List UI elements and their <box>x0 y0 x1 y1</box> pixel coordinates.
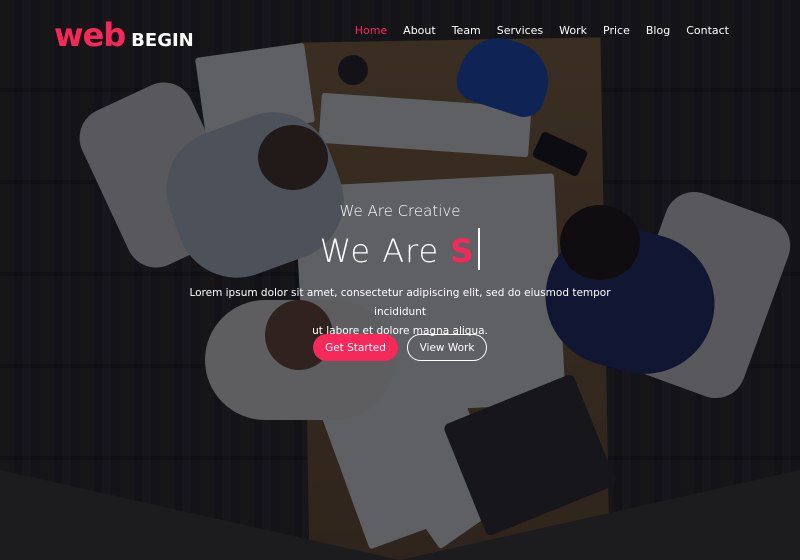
main-navigation: Home About Team Services Work Price Blog… <box>339 24 729 37</box>
nav-item-blog[interactable]: Blog <box>646 24 670 37</box>
nav-item-team[interactable]: Team <box>452 24 481 37</box>
typing-cursor <box>478 228 481 270</box>
hero-subtitle: We Are Creative <box>339 202 461 220</box>
get-started-button[interactable]: Get Started <box>313 334 398 361</box>
nav-item-contact[interactable]: Contact <box>686 24 729 37</box>
site-logo[interactable]: web BEGIN <box>54 16 194 54</box>
hero-headline-typed-text: S <box>450 232 475 270</box>
nav-item-price[interactable]: Price <box>603 24 630 37</box>
hero-headline: We Are S <box>0 228 800 270</box>
hero-description: Lorem ipsum dolor sit amet, consectetur … <box>180 284 620 341</box>
nav-item-work[interactable]: Work <box>559 24 587 37</box>
hero-buttons: Get Started View Work <box>0 334 800 361</box>
logo-text-web: web <box>54 16 126 54</box>
hero-description-line-1: Lorem ipsum dolor sit amet, consectetur … <box>189 287 611 318</box>
logo-text-begin: BEGIN <box>131 30 194 51</box>
nav-item-services[interactable]: Services <box>497 24 543 37</box>
nav-item-about[interactable]: About <box>403 24 436 37</box>
hero-background-image <box>0 0 800 560</box>
site-header: web BEGIN Home About Team Services Work … <box>0 0 800 64</box>
hero-headline-prefix: We Are <box>319 232 440 270</box>
nav-item-home[interactable]: Home <box>355 24 387 37</box>
view-work-button[interactable]: View Work <box>407 334 487 361</box>
